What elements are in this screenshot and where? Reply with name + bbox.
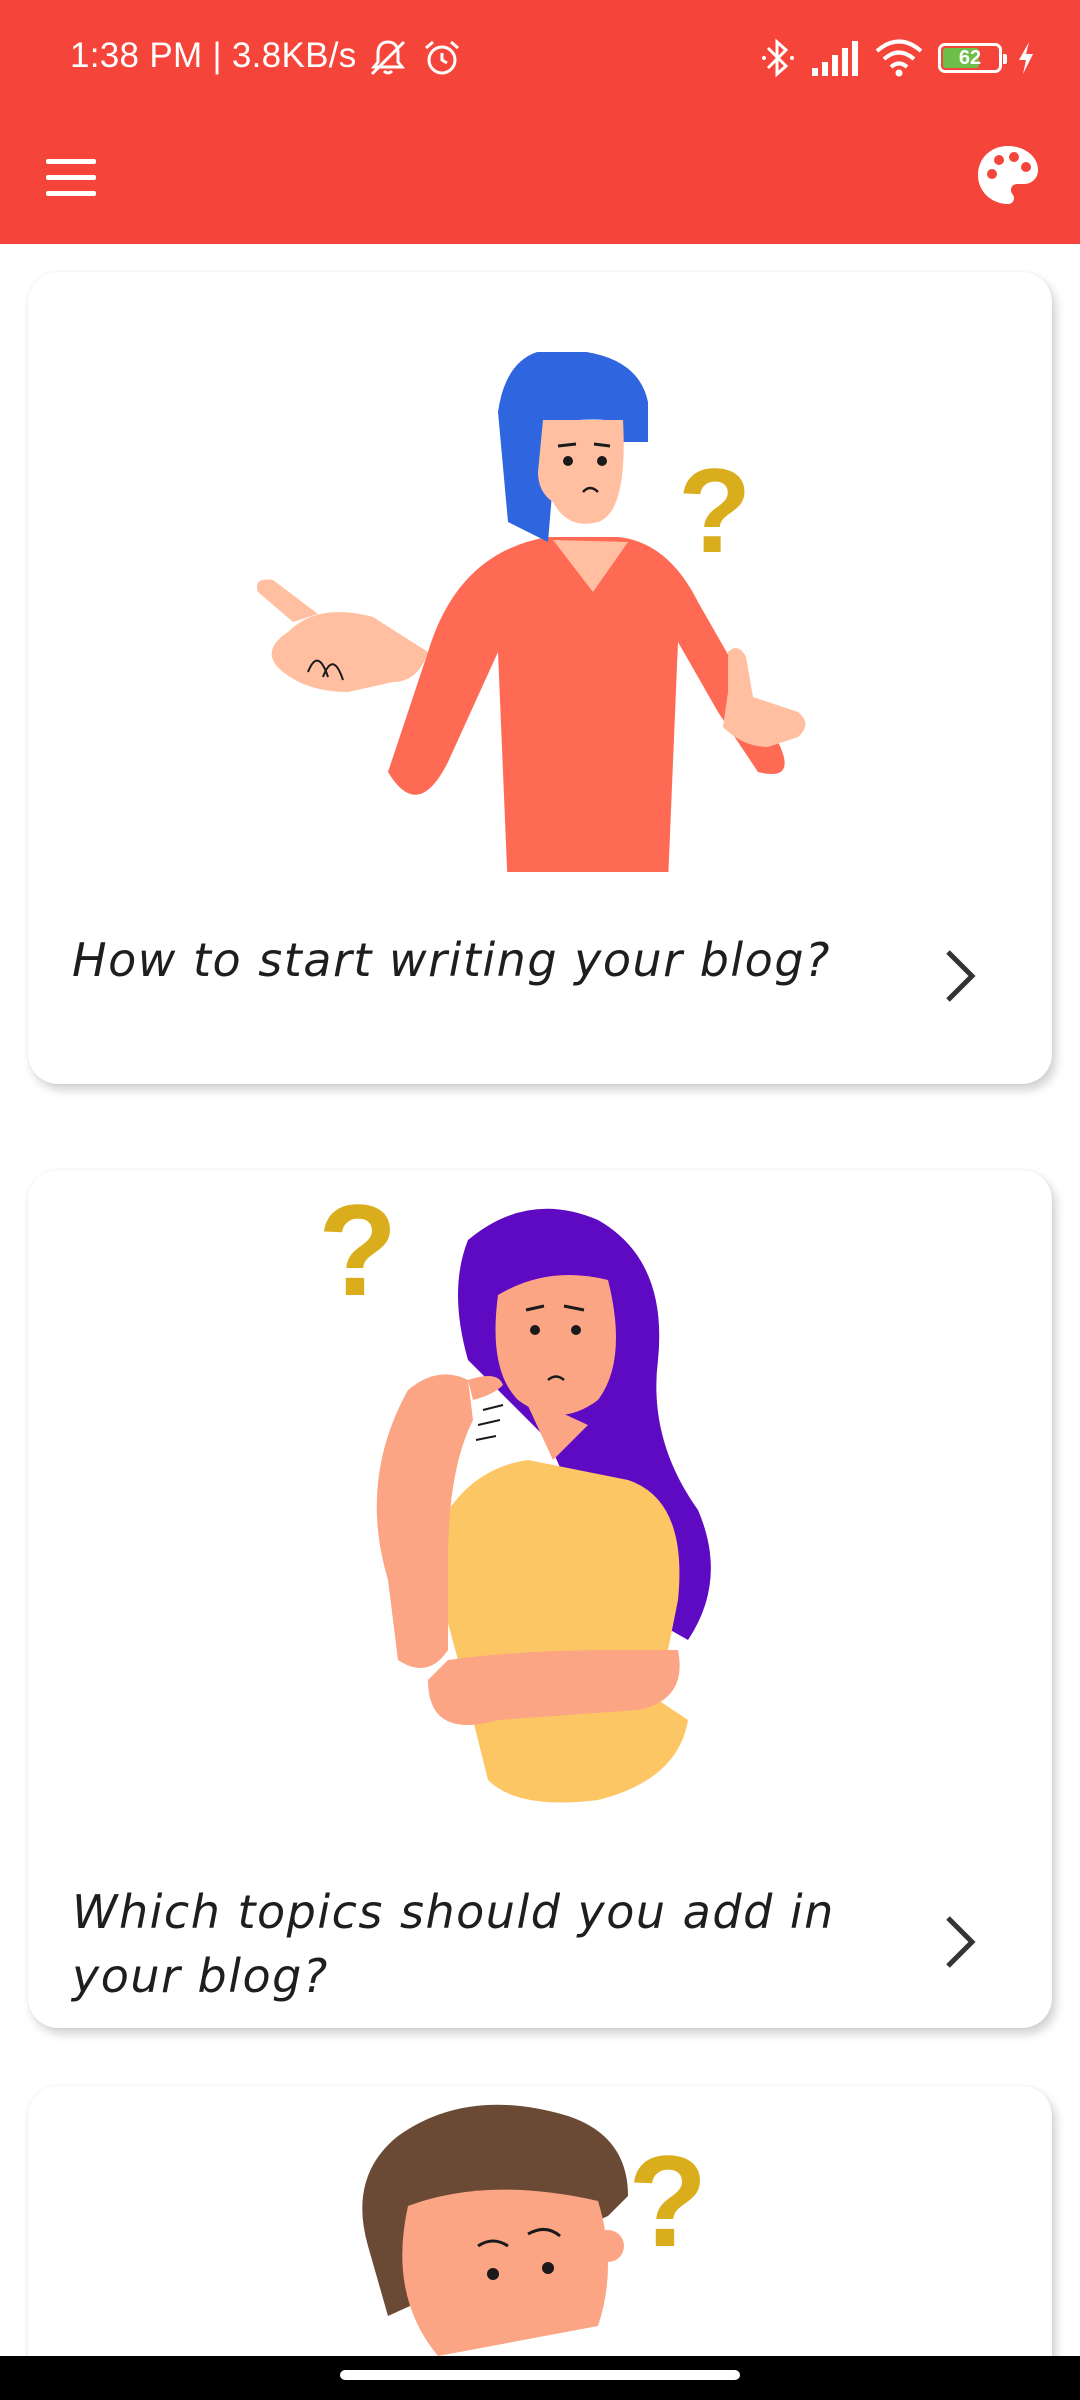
article-card[interactable]: ? Which topics should you add in your bl…: [28, 1170, 1052, 2028]
svg-text:?: ?: [628, 2128, 707, 2274]
chevron-right-icon[interactable]: [940, 948, 980, 1004]
menu-icon: [46, 158, 96, 164]
status-left-icons: [366, 36, 464, 80]
wifi-icon: [875, 39, 923, 77]
mute-icon: [370, 40, 406, 76]
status-time-speed: 1:38 PM | 3.8KB/s: [70, 36, 357, 75]
article-list: ? How to start writing your blog? ? Whic…: [0, 244, 1080, 2356]
menu-button[interactable]: [46, 146, 108, 208]
status-bar: 1:38 PM | 3.8KB/s 62: [0, 0, 1080, 118]
chevron-right-icon[interactable]: [940, 1914, 980, 1970]
system-nav-bar: [0, 2356, 1080, 2400]
article-card[interactable]: ?: [28, 2086, 1052, 2356]
home-indicator[interactable]: [340, 2370, 740, 2380]
article-title: Which topics should you add in your blog…: [72, 1885, 835, 2003]
battery-icon: 62: [938, 43, 1007, 73]
status-right-icons: 62: [760, 34, 1036, 82]
woman-thinking-illustration: ?: [318, 1180, 711, 1803]
charging-icon: [1019, 42, 1033, 74]
palette-icon[interactable]: [972, 140, 1044, 212]
alarm-icon: [425, 40, 459, 75]
article-title: How to start writing your blog?: [72, 933, 831, 987]
bluetooth-icon: [762, 38, 794, 78]
svg-text:?: ?: [678, 444, 751, 578]
app-bar: [0, 118, 1080, 244]
svg-text:?: ?: [318, 1180, 397, 1323]
woman-shrugging-illustration: ?: [257, 352, 806, 872]
signal-icon: [812, 41, 858, 76]
article-card[interactable]: ? How to start writing your blog?: [28, 272, 1052, 1084]
battery-level: 62: [958, 46, 982, 69]
man-thinking-illustration: ?: [362, 2104, 707, 2356]
top-bar: 1:38 PM | 3.8KB/s 62: [0, 0, 1080, 244]
